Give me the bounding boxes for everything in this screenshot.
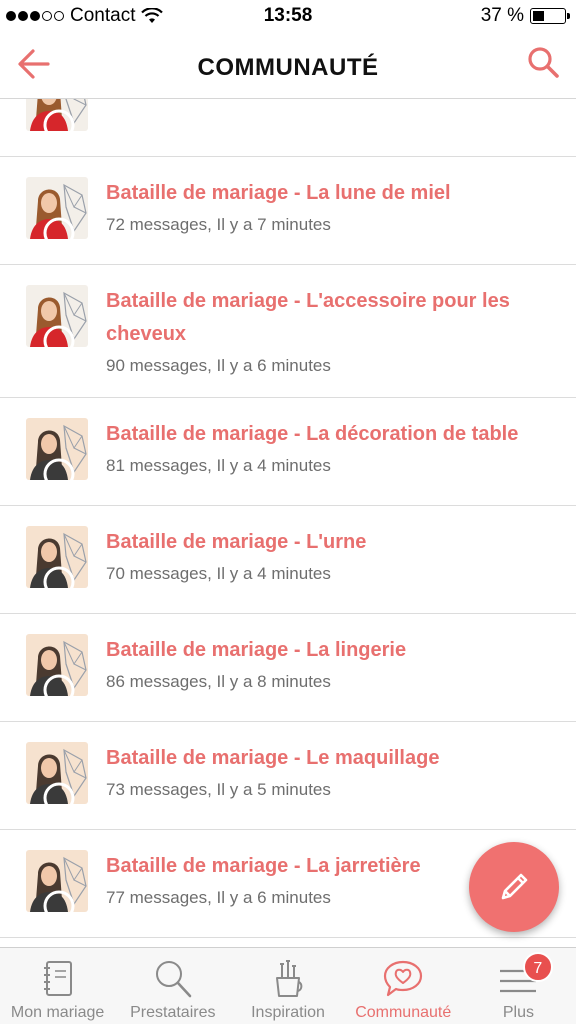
status-right: 37 % xyxy=(480,5,570,27)
pencil-icon xyxy=(501,873,528,900)
tab-inspiration[interactable]: Inspiration xyxy=(230,948,345,1024)
avatar xyxy=(26,177,88,239)
topic-row[interactable]: Bataille de mariage - La lingerie 86 mess… xyxy=(0,614,576,722)
tab-bar: Mon mariage Prestataires Inspiration Com… xyxy=(0,947,576,1024)
tab-label: Communauté xyxy=(355,1004,452,1021)
topic-meta: 70 messages, Il y a 4 minutes xyxy=(106,564,331,583)
nav-bar: COMMUNAUTÉ xyxy=(0,32,576,99)
topic-meta: 73 messages, Il y a 5 minutes xyxy=(106,780,331,799)
topic-row[interactable]: Bataille de mariage - Le maquillage 73 me… xyxy=(0,722,576,830)
tab-label: Plus xyxy=(502,1004,534,1021)
avatar xyxy=(26,742,88,804)
search-icon xyxy=(528,47,559,78)
status-bar: Contact 13:58 37 % xyxy=(0,0,576,32)
tab-plus[interactable]: Plus 7 xyxy=(461,948,576,1024)
topic-row[interactable]: 94 messages, Il y a 6 minutes xyxy=(0,99,576,157)
new-topic-button[interactable] xyxy=(469,842,559,932)
topic-row[interactable]: Bataille de mariage - La lune de miel 72 … xyxy=(0,157,576,265)
topic-title[interactable]: Bataille de mariage - L'urne xyxy=(106,526,556,559)
notification-badge: 7 xyxy=(522,952,553,982)
topic-meta: 81 messages, Il y a 4 minutes xyxy=(106,456,331,475)
avatar xyxy=(26,99,88,131)
tab-label: Prestataires xyxy=(130,1004,216,1021)
topic-row[interactable]: Bataille de mariage - La décoration de t… xyxy=(0,398,576,506)
notebook-icon xyxy=(43,961,72,996)
avatar xyxy=(26,850,88,912)
topic-title[interactable]: Bataille de mariage - La lingerie xyxy=(106,634,556,667)
topic-title[interactable]: Bataille de mariage - La décoration de t… xyxy=(106,418,556,451)
avatar xyxy=(26,418,88,480)
topic-meta: 72 messages, Il y a 7 minutes xyxy=(106,215,331,234)
topic-title[interactable]: Bataille de mariage - L'accessoire pour … xyxy=(106,285,556,351)
topic-list-inner: 94 messages, Il y a 6 minutesBataille de… xyxy=(0,99,576,938)
battery-percent: 37 % xyxy=(480,5,524,26)
search-icon xyxy=(155,961,192,998)
avatar xyxy=(26,526,88,588)
search-button[interactable] xyxy=(524,44,564,84)
tab-label: Inspiration xyxy=(251,1004,325,1021)
topic-meta: 90 messages, Il y a 6 minutes xyxy=(106,356,331,375)
topic-title[interactable]: Bataille de mariage - La lune de miel xyxy=(106,177,556,210)
battery-icon xyxy=(530,8,570,24)
tab-label: Mon mariage xyxy=(10,1004,105,1021)
tab-mon-mariage[interactable]: Mon mariage xyxy=(0,948,115,1024)
tab-prestataires[interactable]: Prestataires xyxy=(115,948,230,1024)
topic-title[interactable]: Bataille de mariage - Le maquillage xyxy=(106,742,556,775)
avatar xyxy=(26,634,88,696)
topic-list[interactable]: 94 messages, Il y a 6 minutesBataille de… xyxy=(0,99,576,947)
page-title: COMMUNAUTÉ xyxy=(197,54,379,81)
topic-row[interactable]: Bataille de mariage - L'accessoire pour … xyxy=(0,265,576,398)
heart-bubble-icon xyxy=(384,960,423,997)
utensils-cup-icon xyxy=(276,960,303,997)
topic-meta: 86 messages, Il y a 8 minutes xyxy=(106,672,331,691)
tab-communaute[interactable]: Communauté xyxy=(346,948,461,1024)
avatar xyxy=(26,285,88,347)
topic-row[interactable]: Bataille de mariage - L'urne 70 messages,… xyxy=(0,506,576,614)
